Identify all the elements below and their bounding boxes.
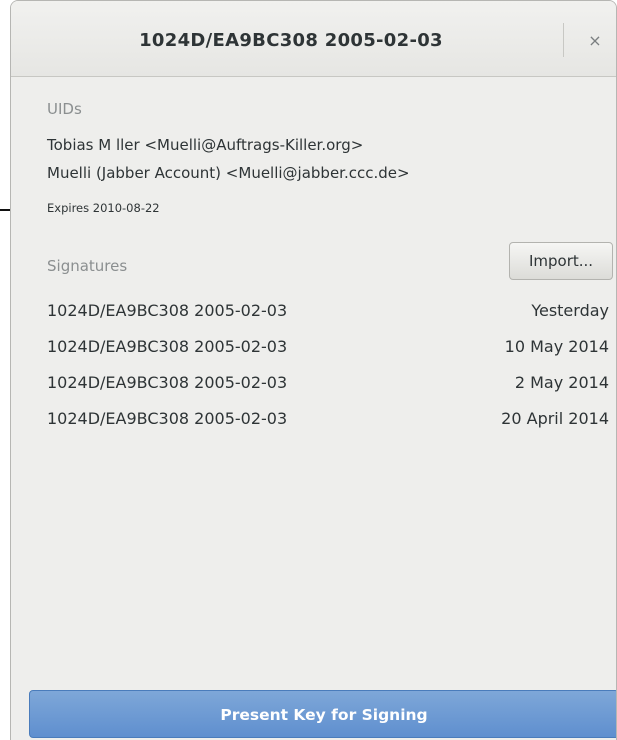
present-key-button[interactable]: Present Key for Signing [29,690,616,738]
signature-date: 2 May 2014 [514,373,609,392]
signature-row: 1024D/EA9BC308 2005-02-03 Yesterday [47,299,609,335]
signatures-list: 1024D/EA9BC308 2005-02-03 Yesterday 1024… [47,299,609,443]
signature-row: 1024D/EA9BC308 2005-02-03 10 May 2014 [47,335,609,371]
expiry-date: Expires 2010-08-22 [47,201,160,215]
signature-date: 10 May 2014 [504,337,609,356]
close-icon[interactable]: × [581,27,609,55]
uids-heading: UIDs [47,100,82,118]
signature-row: 1024D/EA9BC308 2005-02-03 2 May 2014 [47,371,609,407]
titlebar: 1024D/EA9BC308 2005-02-03 × [11,1,616,77]
signature-row: 1024D/EA9BC308 2005-02-03 20 April 2014 [47,407,609,443]
uid-item: Tobias M ller <Muelli@Auftrags-Killer.or… [47,136,364,154]
signature-date: Yesterday [531,301,609,320]
signature-key: 1024D/EA9BC308 2005-02-03 [47,301,288,320]
titlebar-separator [563,23,564,57]
signature-key: 1024D/EA9BC308 2005-02-03 [47,373,288,392]
signature-date: 20 April 2014 [501,409,609,428]
key-details-dialog: 1024D/EA9BC308 2005-02-03 × UIDs Tobias … [10,0,617,740]
signatures-heading: Signatures [47,257,128,275]
import-button[interactable]: Import... [509,242,613,280]
uid-item: Muelli (Jabber Account) <Muelli@jabber.c… [47,164,410,182]
signature-key: 1024D/EA9BC308 2005-02-03 [47,337,288,356]
dialog-title: 1024D/EA9BC308 2005-02-03 [139,30,443,51]
signature-key: 1024D/EA9BC308 2005-02-03 [47,409,288,428]
